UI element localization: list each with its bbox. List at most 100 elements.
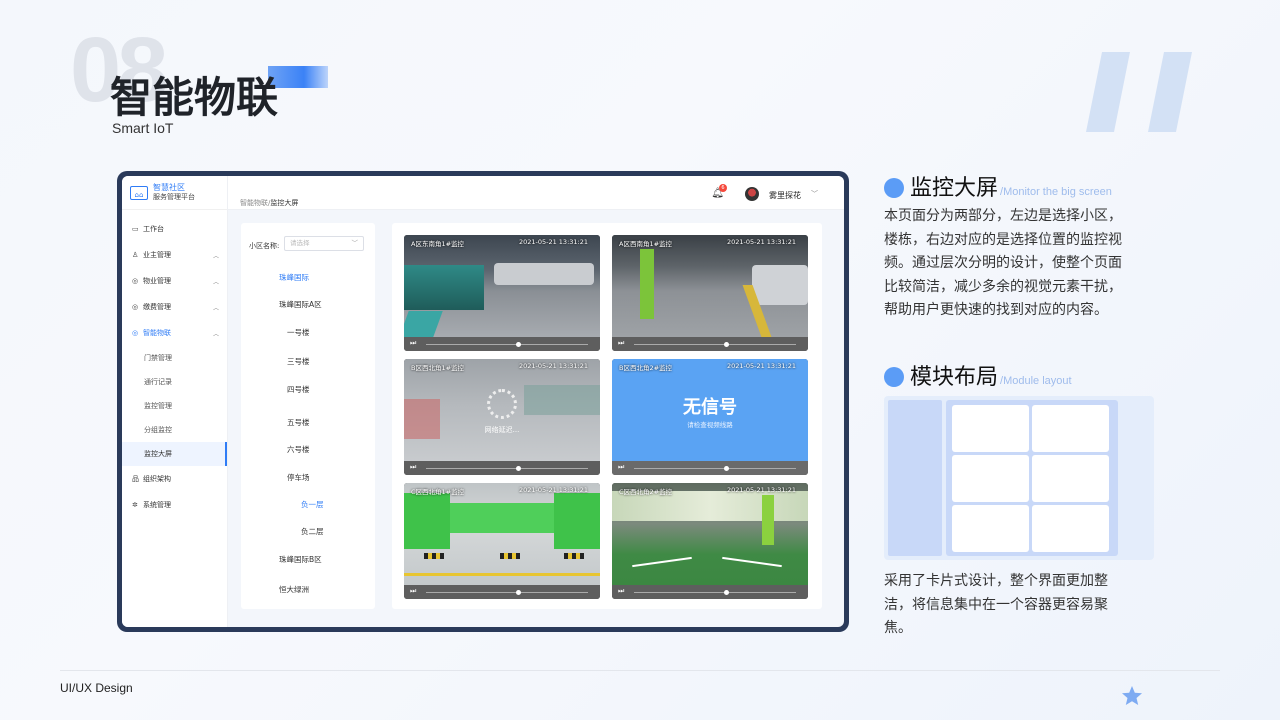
video-progress[interactable] — [634, 592, 796, 593]
tree-item[interactable]: 停车场 — [287, 472, 310, 483]
breadcrumb: 智能物联/监控大屏 — [240, 198, 298, 208]
sidebar-item-monitor-screen[interactable]: 监控大屏 — [122, 442, 227, 466]
play-icon[interactable]: ⏭ — [618, 339, 624, 348]
video-progress[interactable] — [634, 344, 796, 345]
iot-icon: ◎ — [132, 329, 139, 337]
video-progress[interactable] — [426, 468, 588, 469]
sidebar-item-workbench[interactable]: ▭ 工作台 — [122, 216, 227, 242]
tree-item[interactable]: 六号楼 — [287, 444, 310, 455]
camera-name: B区西北角2#监控 — [619, 364, 673, 372]
chevron-down-icon: ﹀ — [351, 239, 359, 247]
video-progress-handle[interactable] — [724, 590, 729, 595]
camera-tile[interactable]: C区西北角1#监控 2021-05-21 13:31:21 ⏭ — [404, 483, 600, 599]
footer-divider — [60, 670, 1220, 671]
sidebar-item-monitor-manage[interactable]: 监控管理 — [122, 394, 227, 418]
video-progress[interactable] — [634, 468, 796, 469]
module-layout-diagram — [884, 396, 1154, 560]
video-progress-handle[interactable] — [724, 466, 729, 471]
tree-item[interactable]: 珠峰国际 — [279, 272, 309, 283]
camera-tile[interactable]: A区西南角1#监控 2021-05-21 13:31:21 ⏭ — [612, 235, 808, 351]
layout-card — [952, 405, 1029, 452]
sidebar-item-label: 工作台 — [143, 225, 164, 233]
network-delay-message: 网络延迟... — [484, 426, 520, 434]
page-subtitle: Smart IoT — [112, 120, 174, 136]
section-title: 模块布局 — [910, 365, 999, 390]
chevron-down-icon[interactable]: ﹀ — [811, 189, 818, 199]
breadcrumb-current: 监控大屏 — [270, 199, 299, 207]
tree-item[interactable]: 恒大绿洲 — [279, 584, 309, 595]
app-screen: ⌂⌂ 智慧社区 服务管理平台 ▭ 工作台 ♙ 业主管理 ︿ ◎ 物业管理 ︿ ◎ 缴费管理 ︿… — [122, 176, 844, 627]
no-signal-hint: 请检查视频线路 — [687, 421, 733, 429]
layout-card — [952, 455, 1029, 502]
community-select[interactable]: 请选择 ﹀ — [284, 236, 364, 251]
play-icon[interactable]: ⏭ — [410, 339, 416, 348]
layout-sidebar-block — [888, 400, 942, 556]
video-progress-handle[interactable] — [516, 590, 521, 595]
camera-name: C区西北角1#监控 — [411, 488, 465, 496]
sidebar-item-label: 组织架构 — [143, 475, 171, 483]
video-progress-handle[interactable] — [516, 466, 521, 471]
no-signal-title: 无信号 — [683, 397, 737, 418]
tree-item[interactable]: 三号楼 — [287, 356, 310, 367]
camera-name: A区东南角1#监控 — [411, 240, 465, 248]
tree-item[interactable]: 五号楼 — [287, 417, 310, 428]
video-progress[interactable] — [426, 592, 588, 593]
play-icon[interactable]: ⏭ — [618, 463, 624, 472]
section-title: 监控大屏 — [910, 176, 999, 201]
tree-item[interactable]: 四号楼 — [287, 384, 310, 395]
play-icon[interactable]: ⏭ — [410, 587, 416, 596]
brand-name: 智慧社区 — [153, 183, 185, 192]
sidebar-item-label: 缴费管理 — [143, 303, 171, 311]
layout-main-block — [946, 400, 1118, 556]
camera-tile[interactable]: C区西北角2#监控 2021-05-21 13:31:21 ⏭ — [612, 483, 808, 599]
sidebar-nav: ▭ 工作台 ♙ 业主管理 ︿ ◎ 物业管理 ︿ ◎ 缴费管理 ︿ ◎ 智能物联 ︿ 门禁管理 通行… — [122, 210, 227, 518]
video-progress-handle[interactable] — [516, 342, 521, 347]
sidebar-item-owner[interactable]: ♙ 业主管理 ︿ — [122, 242, 227, 268]
video-feed — [612, 483, 808, 585]
sidebar-item-group-monitor[interactable]: 分组监控 — [122, 418, 227, 442]
page-title: 智能物联 — [110, 73, 279, 122]
camera-tile[interactable]: 网络延迟... B区西北角1#监控 2021-05-21 13:31:21 ⏭ — [404, 359, 600, 475]
tree-item[interactable]: 珠峰国际A区 — [279, 299, 322, 310]
avatar[interactable] — [745, 187, 759, 201]
camera-tile[interactable]: 无信号 请检查视频线路 B区西北角2#监控 2021-05-21 13:31:2… — [612, 359, 808, 475]
tree-item[interactable]: 一号楼 — [287, 327, 310, 338]
video-feed: 网络延迟... — [404, 359, 600, 461]
brand-tagline: 服务管理平台 — [153, 193, 195, 201]
property-icon: ◎ — [132, 277, 139, 285]
video-grid: A区东南角1#监控 2021-05-21 13:31:21 ⏭ A区西南角1#监… — [392, 223, 822, 609]
video-progress[interactable] — [426, 344, 588, 345]
sidebar-item-payment[interactable]: ◎ 缴费管理 ︿ — [122, 294, 227, 320]
sidebar-item-access-control[interactable]: 门禁管理 — [122, 346, 227, 370]
sidebar-item-label: 智能物联 — [143, 329, 171, 337]
layout-card — [1032, 405, 1109, 452]
play-icon[interactable]: ⏭ — [618, 587, 624, 596]
video-progress-handle[interactable] — [724, 342, 729, 347]
sidebar-item-organization[interactable]: 品组织架构 — [122, 466, 227, 492]
sidebar-item-property[interactable]: ◎ 物业管理 ︿ — [122, 268, 227, 294]
loading-spinner-icon — [487, 389, 517, 419]
tree-item[interactable]: 珠峰国际B区 — [279, 554, 322, 565]
org-icon: 品 — [132, 475, 139, 483]
username[interactable]: 雾里探花 — [769, 190, 801, 201]
video-feed — [404, 235, 600, 337]
user-icon: ♙ — [132, 251, 139, 259]
section-heading-monitor: 监控大屏 /Monitor the big screen — [884, 170, 1112, 202]
notification-badge: 6 — [719, 184, 727, 192]
star-icon — [1122, 686, 1142, 705]
community-tree-panel: 小区名称: 请选择 ﹀ 珠峰国际 珠峰国际A区 一号楼 三号楼 四号楼 五号楼 六… — [241, 223, 375, 609]
tree-item-selected[interactable]: 负一层 — [301, 499, 324, 510]
filter-label: 小区名称: — [249, 242, 280, 250]
tree-item[interactable]: 负二层 — [301, 526, 324, 537]
sidebar: ⌂⌂ 智慧社区 服务管理平台 ▭ 工作台 ♙ 业主管理 ︿ ◎ 物业管理 ︿ ◎ 缴费管理 ︿… — [122, 176, 228, 627]
camera-tile[interactable]: A区东南角1#监控 2021-05-21 13:31:21 ⏭ — [404, 235, 600, 351]
play-icon[interactable]: ⏭ — [410, 463, 416, 472]
sidebar-item-access-records[interactable]: 通行记录 — [122, 370, 227, 394]
sidebar-item-system[interactable]: ✲ 系统管理 — [122, 492, 227, 518]
layout-card — [952, 505, 1029, 552]
brand-logo[interactable]: ⌂⌂ 智慧社区 服务管理平台 — [122, 176, 227, 210]
sidebar-item-iot[interactable]: ◎ 智能物联 ︿ — [122, 320, 227, 346]
camera-timestamp: 2021-05-21 13:31:21 — [518, 486, 588, 494]
camera-timestamp: 2021-05-21 13:31:21 — [726, 238, 796, 246]
breadcrumb-parent[interactable]: 智能物联/ — [240, 199, 270, 207]
